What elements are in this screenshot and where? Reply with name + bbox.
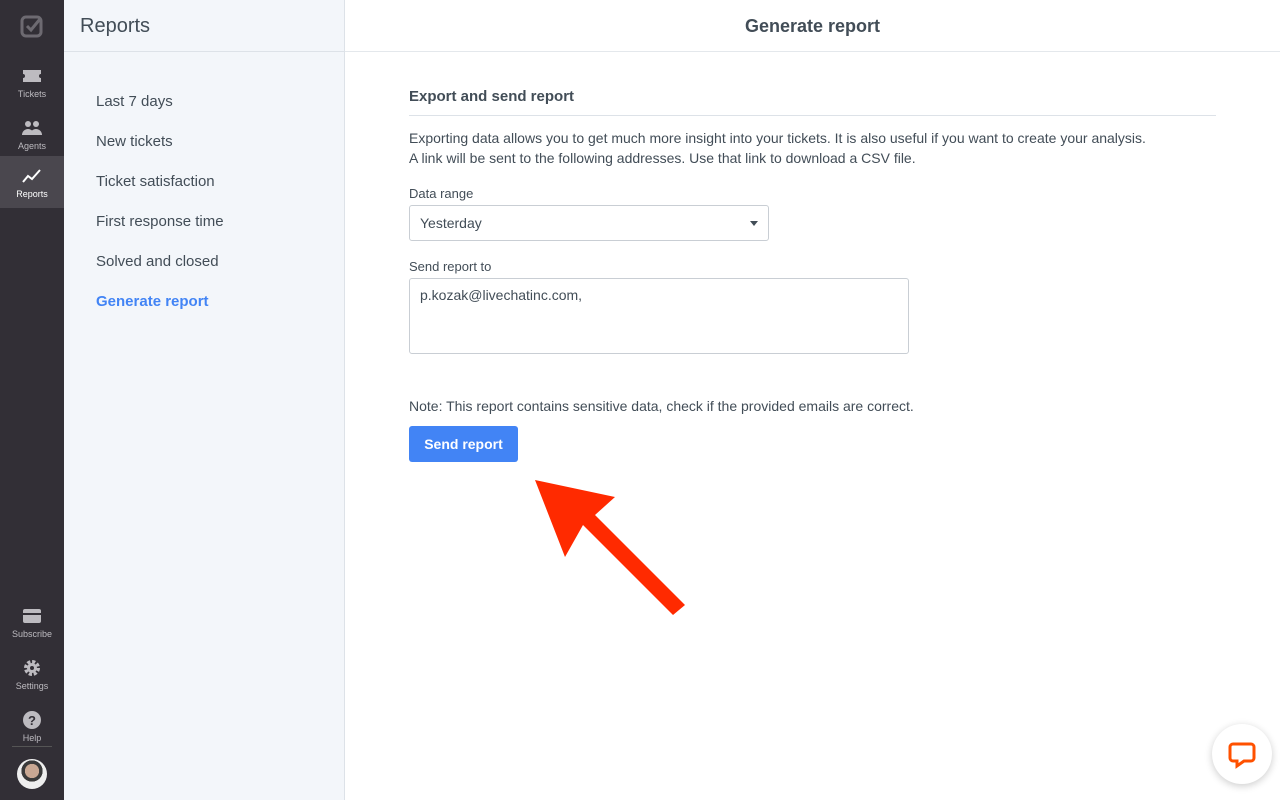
sidebar-item-first-response-time[interactable]: First response time [64, 202, 344, 242]
sidebar-item-generate-report[interactable]: Generate report [64, 282, 344, 322]
description-line-2: A link will be sent to the following add… [409, 150, 916, 166]
app-rail: Tickets Agents Reports Subscribe Setting… [0, 0, 64, 800]
sidebar-item-solved-and-closed[interactable]: Solved and closed [64, 242, 344, 282]
credit-card-icon [23, 608, 41, 623]
help-icon: ? [23, 710, 41, 729]
rail-label: Settings [15, 680, 49, 691]
reports-sidebar: Reports Last 7 days New tickets Ticket s… [64, 0, 345, 800]
rail-label: Agents [17, 140, 47, 151]
annotation-arrow-icon [535, 480, 685, 615]
rail-item-help[interactable]: ? Help [0, 700, 64, 752]
agents-icon [22, 120, 42, 135]
data-range-value: Yesterday [420, 215, 482, 231]
rail-item-tickets[interactable]: Tickets [0, 56, 64, 108]
data-range-select[interactable]: Yesterday [409, 205, 769, 241]
sidebar-item-last-7-days[interactable]: Last 7 days [64, 82, 344, 122]
description-line-1: Exporting data allows you to get much mo… [409, 130, 1146, 146]
send-to-label: Send report to [409, 259, 492, 274]
send-report-button[interactable]: Send report [409, 426, 518, 462]
avatar[interactable] [17, 759, 47, 789]
gear-icon [24, 659, 40, 676]
data-range-label: Data range [409, 186, 474, 201]
rail-label: Reports [16, 188, 48, 199]
sidebar-title: Reports [64, 0, 344, 52]
chart-line-icon [22, 168, 41, 183]
app-logo-icon [20, 15, 43, 38]
send-to-input[interactable]: p.kozak@livechatinc.com, [409, 278, 909, 354]
sidebar-item-ticket-satisfaction[interactable]: Ticket satisfaction [64, 162, 344, 202]
svg-text:?: ? [28, 713, 36, 728]
rail-item-subscribe[interactable]: Subscribe [0, 596, 64, 648]
rail-label: Tickets [17, 88, 47, 99]
rail-label: Help [22, 732, 42, 743]
sidebar-item-new-tickets[interactable]: New tickets [64, 122, 344, 162]
page-title: Generate report [345, 0, 1280, 52]
rail-item-settings[interactable]: Settings [0, 648, 64, 700]
main-panel: Generate report Export and send report E… [345, 0, 1280, 800]
caret-down-icon [750, 220, 758, 226]
ticket-icon [23, 69, 41, 82]
rail-label: Subscribe [11, 628, 53, 639]
rail-item-agents[interactable]: Agents [0, 108, 64, 160]
chat-bubble-icon [1228, 742, 1256, 769]
rail-divider [12, 746, 52, 747]
sensitive-data-note: Note: This report contains sensitive dat… [409, 398, 914, 414]
section-title: Export and send report [409, 88, 1216, 116]
rail-item-reports[interactable]: Reports [0, 156, 64, 208]
chat-widget-button[interactable] [1212, 724, 1272, 784]
